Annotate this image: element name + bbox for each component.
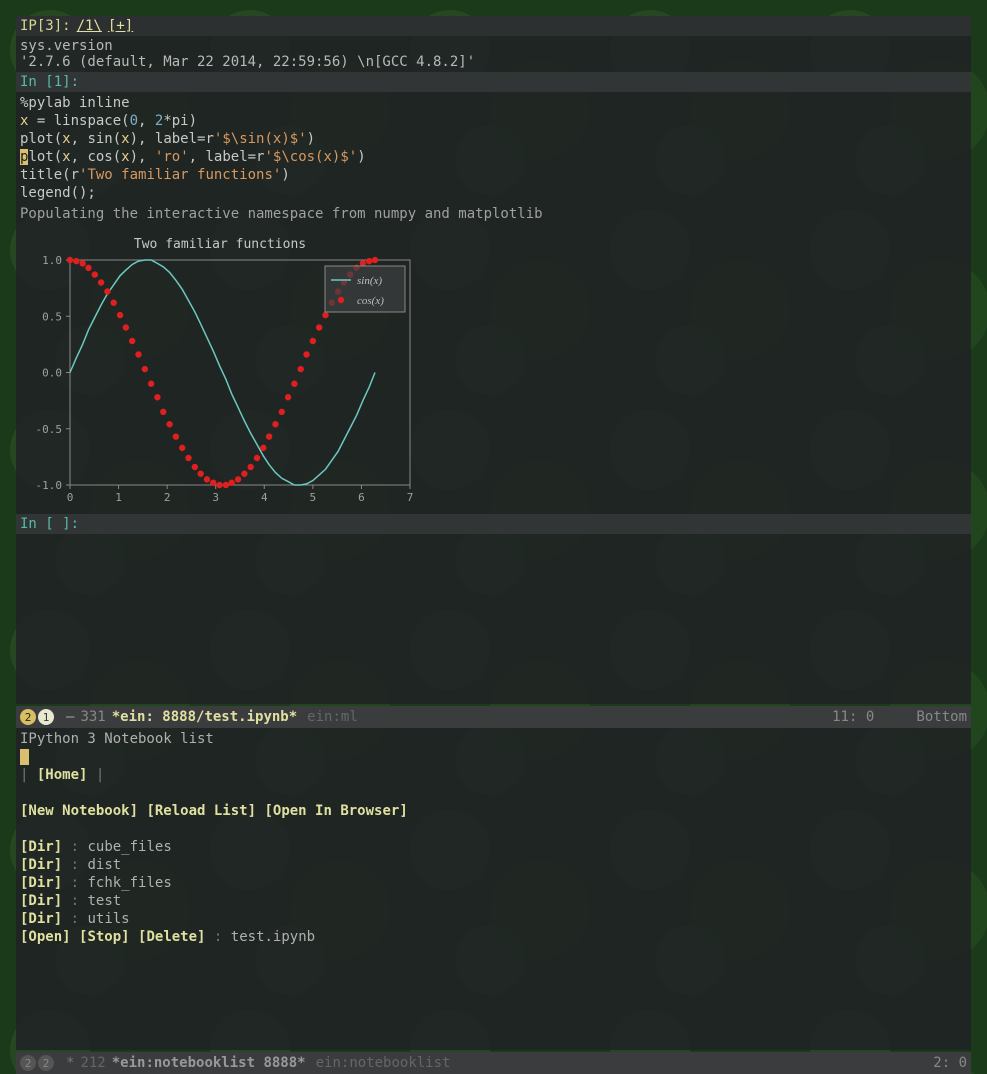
- kernel-label: IP[3]:: [20, 18, 71, 34]
- entry-name: dist: [87, 857, 121, 873]
- notebook-actions-row: [New Notebook] [Reload List] [Open In Br…: [20, 802, 967, 820]
- dir-link[interactable]: [Dir]: [20, 875, 62, 891]
- cell-stderr: Populating the interactive namespace fro…: [16, 204, 971, 224]
- chart-output: Two familiar functions 0 1 2 3 4 5 6 7 -1.0 -0.5 0…: [16, 224, 971, 514]
- home-link[interactable]: [Home]: [37, 767, 88, 783]
- modeline-badge-1b: 2: [20, 1055, 36, 1071]
- file-action[interactable]: [Stop]: [79, 929, 130, 945]
- modeline-filename: *ein: 8888/test.ipynb*: [112, 709, 297, 725]
- entry-name: fchk_files: [87, 875, 171, 891]
- svg-text:sin(x): sin(x): [357, 275, 382, 287]
- notebook-entries: [Dir] : cube_files [Dir] : dist [Dir] : …: [20, 838, 967, 928]
- modeline-dirty: —: [66, 709, 74, 725]
- notebook-action[interactable]: [Reload List]: [146, 803, 256, 819]
- entry-name: utils: [87, 911, 129, 927]
- cell-prompt-empty[interactable]: In [ ]:: [16, 514, 971, 534]
- cell-prompt-1[interactable]: In [1]:: [16, 72, 971, 92]
- svg-text:cos(x): cos(x): [357, 295, 384, 307]
- modeline-filename-b: *ein:notebooklist 8888*: [112, 1055, 306, 1071]
- cell-code-1[interactable]: %pylab inline x = linspace(0, 2*pi) plot…: [16, 92, 971, 204]
- dir-link[interactable]: [Dir]: [20, 839, 62, 855]
- modeline-position: 11: 0: [832, 709, 874, 725]
- svg-text:3: 3: [212, 491, 219, 504]
- svg-text:4: 4: [261, 491, 268, 504]
- dir-link[interactable]: [Dir]: [20, 911, 62, 927]
- file-action[interactable]: [Open]: [20, 929, 71, 945]
- file-name: test.ipynb: [231, 929, 315, 945]
- modeline-badge-2b: 2: [38, 1055, 54, 1071]
- modeline-dirty-b: *: [66, 1055, 74, 1071]
- dir-link[interactable]: [Dir]: [20, 893, 62, 909]
- prompt-label: In [1]:: [20, 74, 79, 90]
- add-tab-button[interactable]: [+]: [108, 18, 133, 34]
- modeline-mode-b: ein:notebooklist: [316, 1055, 451, 1071]
- modeline-linecount: 331: [80, 709, 105, 725]
- chart-title: Two familiar functions: [134, 237, 306, 252]
- svg-text:1: 1: [115, 491, 122, 504]
- modeline-position-b: 2: 0: [933, 1055, 967, 1071]
- svg-text:0: 0: [67, 491, 74, 504]
- modeline-badge-1: 2: [20, 709, 36, 725]
- modeline-top: 2 1 — 331 *ein: 8888/test.ipynb* ein:ml …: [16, 706, 971, 728]
- svg-text:2: 2: [164, 491, 171, 504]
- kernel-tab[interactable]: /1\: [77, 18, 102, 34]
- text-cursor: p: [20, 149, 28, 165]
- entry-name: cube_files: [87, 839, 171, 855]
- svg-text:0.0: 0.0: [42, 367, 62, 380]
- svg-text:1.0: 1.0: [42, 254, 62, 267]
- svg-text:-0.5: -0.5: [36, 423, 63, 436]
- chart-svg: Two familiar functions 0 1 2 3 4 5 6 7 -1.0 -0.5 0…: [20, 230, 420, 510]
- modeline-linecount-b: 212: [80, 1055, 105, 1071]
- modeline-bottom: 2 2 * 212 *ein:notebooklist 8888* ein:no…: [16, 1052, 971, 1074]
- kernel-tab-bar: IP[3]: /1\ [+]: [16, 16, 971, 36]
- notebook-file-row: [Open] [Stop] [Delete] : test.ipynb: [20, 928, 967, 946]
- notebook-list-pane: IPython 3 Notebook list | [Home] | [New …: [16, 728, 971, 1050]
- modeline-badge-2: 1: [38, 709, 54, 725]
- notebook-pane: IP[3]: /1\ [+] sys.version '2.7.6 (defau…: [16, 16, 971, 704]
- cell-code-empty[interactable]: [16, 534, 971, 552]
- modeline-where: Bottom: [916, 709, 967, 725]
- dir-link[interactable]: [Dir]: [20, 857, 62, 873]
- svg-text:0.5: 0.5: [42, 310, 62, 323]
- notebook-action[interactable]: [New Notebook]: [20, 803, 138, 819]
- svg-text:-1.0: -1.0: [36, 479, 63, 492]
- svg-text:6: 6: [358, 491, 365, 504]
- modeline-mode: ein:ml: [307, 709, 358, 725]
- nb-sep: |: [20, 767, 37, 783]
- entry-name: test: [87, 893, 121, 909]
- file-action[interactable]: [Delete]: [138, 929, 205, 945]
- list-cursor: [20, 749, 29, 765]
- svg-text:5: 5: [310, 491, 317, 504]
- svg-text:7: 7: [407, 491, 414, 504]
- notebook-action[interactable]: [Open In Browser]: [264, 803, 407, 819]
- notebook-list-title: IPython 3 Notebook list: [20, 730, 967, 748]
- cell-output-version: sys.version '2.7.6 (default, Mar 22 2014…: [16, 36, 971, 72]
- prompt-label-empty: In [ ]:: [20, 516, 79, 532]
